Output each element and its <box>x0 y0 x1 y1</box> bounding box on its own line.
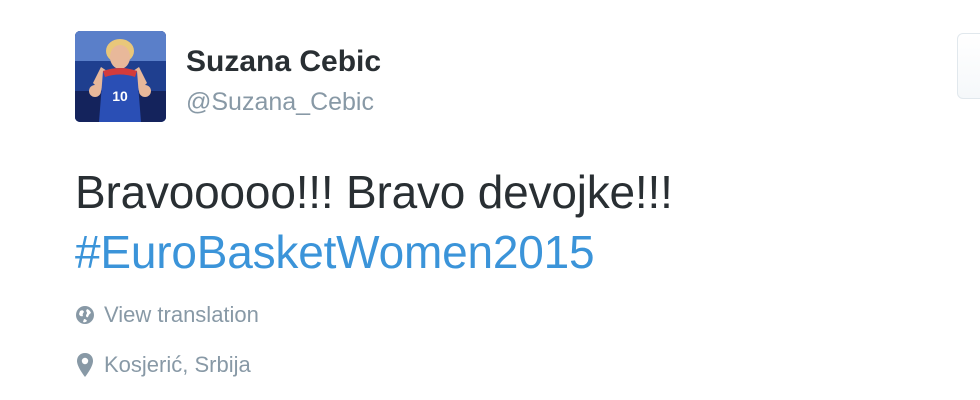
tweet-text: Bravooooo!!! Bravo devojke!!! #EuroBaske… <box>75 162 955 282</box>
tweet-location[interactable]: Kosjerić, Srbija <box>75 350 251 380</box>
globe-icon <box>75 305 95 325</box>
avatar[interactable]: 10 <box>75 31 166 122</box>
view-translation-label: View translation <box>104 302 259 327</box>
tweet-text-line: Bravooooo!!! Bravo devojke!!! <box>75 166 673 218</box>
location-label: Kosjerić, Srbija <box>104 352 251 377</box>
view-translation-link[interactable]: View translation <box>75 301 259 329</box>
avatar-image: 10 <box>75 31 166 122</box>
follow-button[interactable] <box>957 33 980 99</box>
map-pin-icon <box>75 352 95 378</box>
hashtag-link[interactable]: #EuroBasketWomen2015 <box>75 222 955 282</box>
user-fullname[interactable]: Suzana Cebic <box>186 45 381 79</box>
user-screen-name[interactable]: @Suzana_Cebic <box>186 88 374 117</box>
avatar-jersey-number: 10 <box>112 88 128 104</box>
